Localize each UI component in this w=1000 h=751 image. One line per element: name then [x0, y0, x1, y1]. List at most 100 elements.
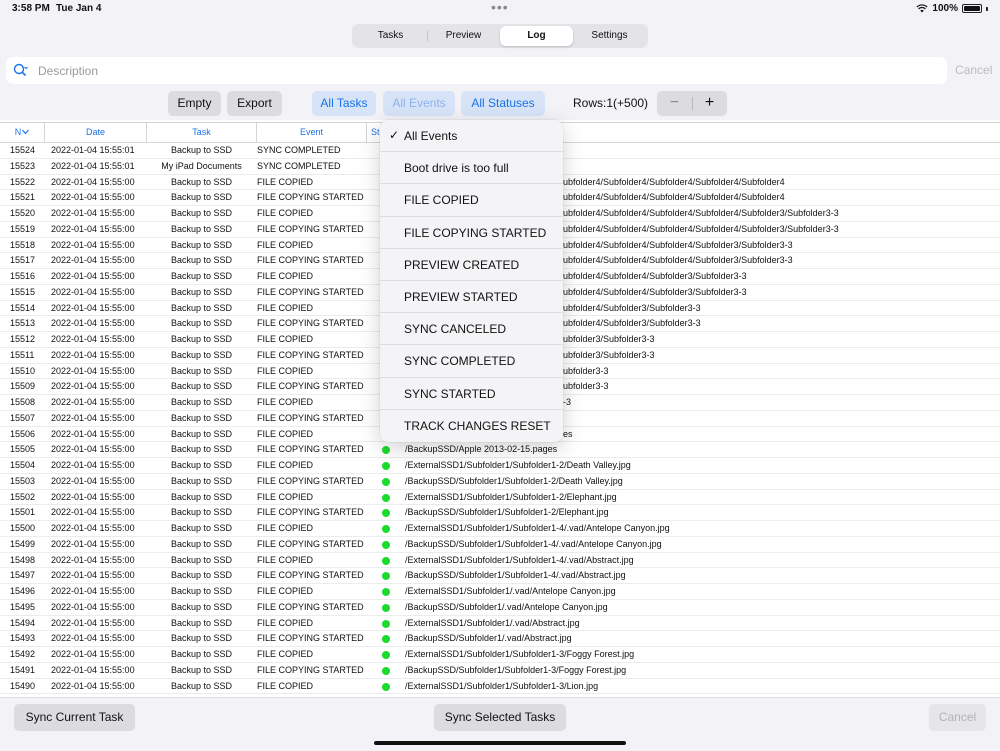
table-row[interactable]: 15503 2022-01-04 15:55:00 Backup to SSD FIL… — [0, 474, 1000, 490]
export-button[interactable]: Export — [227, 91, 282, 116]
sync-current-task-button[interactable]: Sync Current Task — [14, 704, 135, 731]
cell-task: Backup to SSD — [170, 491, 233, 502]
cell-number: 15499 — [10, 538, 36, 549]
table-row[interactable]: 15496 2022-01-04 15:55:00 Backup to SSD FIL… — [0, 584, 1000, 600]
cell-number: 15516 — [10, 271, 36, 281]
event-menu-item[interactable]: SYNC COMPLETED — [380, 345, 563, 378]
table-row[interactable]: 15502 2022-01-04 15:55:00 Backup to SSD FIL… — [0, 490, 1000, 506]
cell-date: 2022-01-04 15:55:00 — [51, 475, 135, 486]
cell-task: Backup to SSD — [170, 586, 233, 596]
table-row[interactable]: 15505 2022-01-04 15:55:00 Backup to SSD FIL… — [0, 442, 1000, 458]
cell-date: 2022-01-04 15:55:01 — [51, 160, 135, 171]
status-ok-dot-icon — [382, 635, 390, 644]
table-row[interactable]: 15500 2022-01-04 15:55:00 Backup to SSD FIL… — [0, 521, 1000, 537]
cell-event: FILE COPIED — [257, 208, 314, 218]
event-menu-item[interactable]: ✓ All Events — [380, 120, 563, 153]
event-menu-item[interactable]: PREVIEW CREATED — [380, 249, 563, 281]
event-menu-item[interactable]: SYNC STARTED — [380, 378, 563, 410]
all-statuses-filter-button[interactable]: All Statuses — [461, 91, 545, 116]
event-menu-item-label: Boot drive is too full — [404, 161, 509, 176]
cell-date: 2022-01-04 15:55:00 — [51, 664, 135, 675]
event-menu-item[interactable]: FILE COPYING STARTED — [380, 217, 563, 249]
rows-increment-button[interactable]: + — [692, 91, 727, 115]
cell-date: 2022-01-04 15:55:01 — [51, 145, 135, 155]
cell-number: 15511 — [10, 349, 35, 360]
status-right: 100% — [916, 3, 988, 14]
event-menu-item-label: PREVIEW STARTED — [404, 289, 518, 304]
cell-event: FILE COPYING STARTED — [257, 570, 364, 581]
search-input[interactable] — [38, 57, 918, 84]
event-menu-item[interactable]: SYNC CANCELED — [380, 313, 563, 346]
cell-date: 2022-01-04 15:55:00 — [51, 176, 135, 187]
column-header-date[interactable]: Date — [45, 123, 147, 142]
cell-event: FILE COPIED — [257, 617, 314, 628]
cell-task: Backup to SSD — [170, 617, 233, 628]
column-header-event[interactable]: Event — [257, 123, 367, 142]
cell-event: SYNC COMPLETED — [257, 160, 341, 171]
sync-selected-tasks-button[interactable]: Sync Selected Tasks — [434, 704, 566, 731]
table-row[interactable]: 15499 2022-01-04 15:55:00 Backup to SSD FIL… — [0, 537, 1000, 553]
cell-number: 15521 — [10, 192, 36, 203]
table-row[interactable]: 15504 2022-01-04 15:55:00 Backup to SSD FIL… — [0, 458, 1000, 474]
status-ok-dot-icon — [382, 666, 390, 675]
event-menu-item[interactable]: FILE COPIED — [380, 184, 563, 217]
event-menu-item[interactable]: TRACK CHANGES RESET — [380, 410, 563, 442]
column-header-n[interactable]: N — [0, 123, 45, 142]
table-row[interactable]: 15492 2022-01-04 15:55:00 Backup to SSD FIL… — [0, 647, 1000, 663]
cell-description: /ExternalSSD1/Subfolder1/Subfolder1-3/Li… — [405, 680, 599, 691]
cell-event: FILE COPYING STARTED — [257, 286, 364, 297]
event-menu-item-label: PREVIEW CREATED — [404, 257, 520, 272]
status-ok-dot-icon — [382, 493, 390, 502]
table-row[interactable]: 15497 2022-01-04 15:55:00 Backup to SSD FIL… — [0, 568, 1000, 584]
tab-tasks[interactable]: Tasks — [354, 26, 427, 46]
table-row[interactable]: 15490 2022-01-04 15:55:00 Backup to SSD FIL… — [0, 679, 1000, 695]
column-header-task[interactable]: Task — [147, 123, 257, 142]
cell-description: /BackupSSD/Subfolder1/Subfolder1-4/.vad/… — [405, 538, 662, 549]
all-tasks-filter-button[interactable]: All Tasks — [312, 91, 376, 116]
cell-task: Backup to SSD — [170, 523, 233, 533]
tab-log[interactable]: Log — [500, 26, 573, 46]
cell-number: 15495 — [10, 601, 36, 612]
multitasking-dots-icon[interactable]: ••• — [491, 0, 509, 14]
event-menu-item-label: FILE COPIED — [404, 193, 479, 208]
cell-description: ubfolder4/Subfolder4/Subfolder4/Subfolde… — [563, 176, 785, 187]
table-row[interactable]: 15495 2022-01-04 15:55:00 Backup to SSD FIL… — [0, 600, 1000, 616]
all-events-filter-button[interactable]: All Events — [383, 91, 455, 116]
cell-date: 2022-01-04 15:55:00 — [51, 397, 135, 407]
cell-event: FILE COPYING STARTED — [257, 255, 364, 266]
cell-event: FILE COPYING STARTED — [257, 664, 364, 675]
cell-event: FILE COPIED — [257, 554, 314, 565]
cell-event: FILE COPYING STARTED — [257, 349, 364, 360]
cell-task: Backup to SSD — [170, 318, 233, 329]
cell-event: FILE COPIED — [257, 302, 314, 313]
event-menu-item-label: SYNC CANCELED — [404, 322, 507, 337]
cell-number: 15500 — [10, 523, 36, 533]
table-row[interactable]: 15493 2022-01-04 15:55:00 Backup to SSD FIL… — [0, 631, 1000, 647]
event-menu-item-label: All Events — [404, 129, 458, 143]
cell-date: 2022-01-04 15:55:00 — [51, 239, 135, 250]
cell-description: ubfolder3/Subfolder3-3 — [563, 349, 655, 360]
cell-date: 2022-01-04 15:55:00 — [51, 286, 135, 297]
tab-preview[interactable]: Preview — [427, 26, 500, 46]
rows-decrement-button[interactable]: − — [657, 91, 692, 115]
cell-date: 2022-01-04 15:55:00 — [51, 318, 135, 329]
cell-task: Backup to SSD — [170, 349, 233, 360]
table-row[interactable]: 15491 2022-01-04 15:55:00 Backup to SSD FIL… — [0, 663, 1000, 679]
cell-number: 15501 — [10, 507, 36, 518]
cell-date: 2022-01-04 15:55:00 — [51, 208, 135, 218]
table-row[interactable]: 15494 2022-01-04 15:55:00 Backup to SSD FIL… — [0, 616, 1000, 632]
table-row[interactable]: 15498 2022-01-04 15:55:00 Backup to SSD FIL… — [0, 553, 1000, 569]
cell-task: Backup to SSD — [170, 601, 233, 612]
search-icon[interactable] — [13, 63, 28, 78]
table-row[interactable]: 15501 2022-01-04 15:55:00 Backup to SSD FIL… — [0, 505, 1000, 521]
empty-button[interactable]: Empty — [168, 91, 221, 116]
cell-date: 2022-01-04 15:55:00 — [51, 523, 135, 533]
cell-event: FILE COPYING STARTED — [257, 223, 364, 234]
cell-description: ubfolder3/Subfolder3-3 — [563, 334, 655, 344]
search-cancel-button[interactable]: Cancel — [955, 63, 992, 77]
tab-settings[interactable]: Settings — [573, 26, 646, 46]
cell-task: Backup to SSD — [170, 208, 233, 218]
event-menu-item[interactable]: Boot drive is too full — [380, 152, 563, 185]
cell-event: FILE COPIED — [257, 334, 314, 344]
event-menu-item[interactable]: PREVIEW STARTED — [380, 281, 563, 314]
